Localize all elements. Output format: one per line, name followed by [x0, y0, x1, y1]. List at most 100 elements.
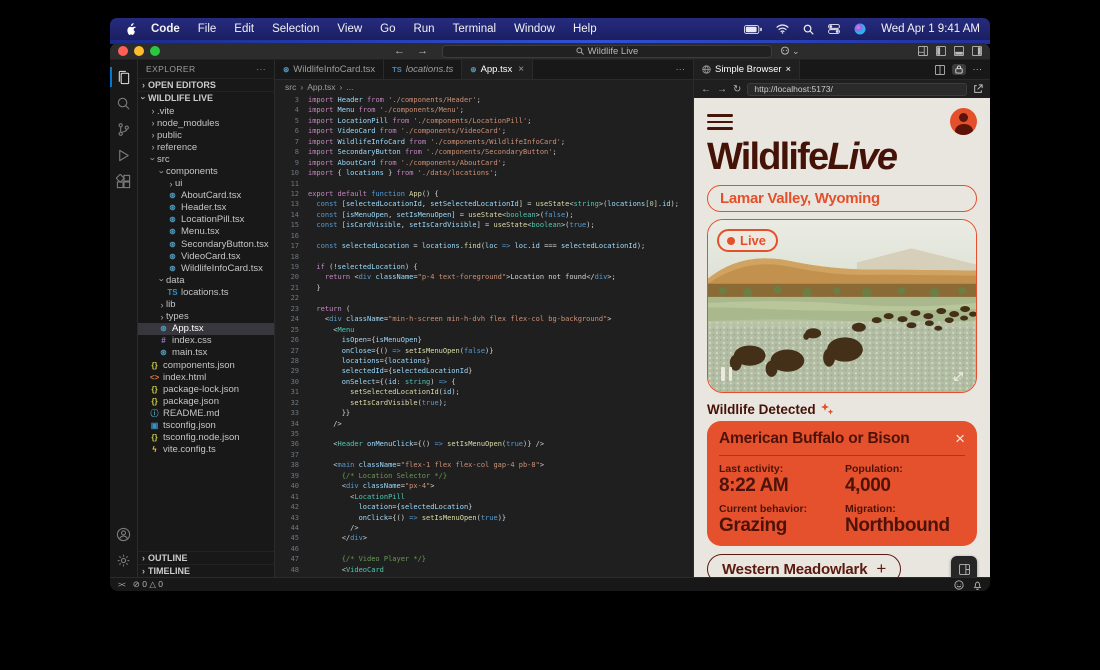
code-line[interactable]: 42 location={selectedLocation}: [275, 502, 693, 512]
tree-item-index-css[interactable]: #index.css: [138, 335, 274, 347]
toggle-secondary-sidebar-icon[interactable]: [972, 46, 982, 56]
code-line[interactable]: 7import WildlifeInfoCard from './compone…: [275, 137, 693, 147]
tree-item-types[interactable]: ›types: [138, 311, 274, 323]
remote-indicator-icon[interactable]: ><: [118, 580, 125, 589]
editor-tab-app-tsx[interactable]: ⊛App.tsx×: [462, 60, 533, 79]
spotlight-search-icon[interactable]: [803, 24, 814, 35]
code-line[interactable]: 25 <Menu: [275, 325, 693, 335]
menu-item-edit[interactable]: Edit: [225, 23, 263, 35]
wifi-icon[interactable]: [776, 24, 789, 34]
breadcrumb-item[interactable]: src: [285, 82, 296, 92]
tree-item-videocard-tsx[interactable]: ⊛VideoCard.tsx: [138, 250, 274, 262]
code-line[interactable]: 48 <VideoCard: [275, 565, 693, 575]
code-line[interactable]: 12export default function App() {: [275, 189, 693, 199]
code-line[interactable]: 38 <main className="flex-1 flex flex-col…: [275, 460, 693, 470]
outline-section[interactable]: › OUTLINE: [138, 551, 274, 564]
apple-icon[interactable]: [120, 23, 142, 36]
browser-more-actions-icon[interactable]: ···: [973, 64, 983, 75]
tree-item-package-lock-json[interactable]: {}package-lock.json: [138, 383, 274, 395]
code-editor[interactable]: 3import Header from './components/Header…: [275, 93, 693, 577]
toggle-panel-icon[interactable]: [954, 46, 964, 56]
code-line[interactable]: 22: [275, 293, 693, 303]
breadcrumb-item[interactable]: App.tsx: [307, 82, 335, 92]
editor-overlay-button[interactable]: [951, 556, 977, 577]
history-back-icon[interactable]: ←: [394, 45, 405, 57]
code-line[interactable]: 44 />: [275, 523, 693, 533]
code-line[interactable]: 47 {/* Video Player */}: [275, 554, 693, 564]
tree-item-reference[interactable]: ›reference: [138, 141, 274, 153]
code-line[interactable]: 10import { locations } from './data/loca…: [275, 168, 693, 178]
tree-item-src[interactable]: ›src: [138, 153, 274, 165]
code-line[interactable]: 4import Menu from './components/Menu';: [275, 105, 693, 115]
siri-icon[interactable]: [854, 23, 866, 35]
code-line[interactable]: 14 const [isMenuOpen, setIsMenuOpen] = u…: [275, 210, 693, 220]
tree-item-lib[interactable]: ›lib: [138, 299, 274, 311]
menu-item-code[interactable]: Code: [142, 23, 189, 35]
history-forward-icon[interactable]: →: [417, 45, 428, 57]
browser-reload-icon[interactable]: ↻: [733, 84, 741, 95]
tree-item--vite[interactable]: ›.vite: [138, 105, 274, 117]
editor-more-actions-icon[interactable]: ···: [668, 60, 694, 79]
control-center-icon[interactable]: [828, 24, 840, 34]
menu-item-view[interactable]: View: [328, 23, 371, 35]
avatar[interactable]: [950, 108, 977, 135]
breadcrumb[interactable]: src›App.tsx›...: [275, 80, 693, 93]
code-line[interactable]: 13 const [selectedLocationId, setSelecte…: [275, 199, 693, 209]
run-debug-activity-icon[interactable]: [110, 142, 138, 168]
settings-gear-icon[interactable]: [110, 547, 138, 573]
menu-item-selection[interactable]: Selection: [263, 23, 328, 35]
tree-item-wildlifeinfocard-tsx[interactable]: ⊛WildlifeInfoCard.tsx: [138, 262, 274, 274]
code-line[interactable]: 41 <LocationPill: [275, 492, 693, 502]
minimize-window-button[interactable]: [134, 46, 144, 56]
code-line[interactable]: 39 {/* Location Selector */}: [275, 471, 693, 481]
code-line[interactable]: 6import VideoCard from './components/Vid…: [275, 126, 693, 136]
menu-item-help[interactable]: Help: [564, 23, 606, 35]
code-line[interactable]: 8import SecondaryButton from './componen…: [275, 147, 693, 157]
feedback-icon[interactable]: [954, 580, 964, 590]
problems-indicator[interactable]: ⊘ 0 △ 0: [133, 579, 163, 590]
account-icon[interactable]: [110, 521, 138, 547]
editor-tab-locations-ts[interactable]: TSlocations.ts: [384, 60, 462, 79]
code-line[interactable]: 28 locations={locations}: [275, 356, 693, 366]
code-line[interactable]: 45 </div>: [275, 533, 693, 543]
tree-item-index-html[interactable]: <>index.html: [138, 371, 274, 383]
code-line[interactable]: 26 isOpen={isMenuOpen}: [275, 335, 693, 345]
browser-forward-icon[interactable]: →: [717, 84, 727, 95]
code-line[interactable]: 19 if (!selectedLocation) {: [275, 262, 693, 272]
tree-item-locations-ts[interactable]: TSlocations.ts: [138, 286, 274, 298]
fullscreen-expand-icon[interactable]: [952, 370, 965, 383]
tree-item-tsconfig-node-json[interactable]: {}tsconfig.node.json: [138, 432, 274, 444]
timeline-section[interactable]: › TIMELINE: [138, 564, 274, 577]
live-video-card[interactable]: Live: [707, 219, 977, 393]
location-pill-button[interactable]: Lamar Valley, Wyoming: [707, 185, 977, 212]
code-line[interactable]: 34 />: [275, 419, 693, 429]
code-line[interactable]: 21 }: [275, 283, 693, 293]
menu-item-terminal[interactable]: Terminal: [444, 23, 505, 35]
code-line[interactable]: 5import LocationPill from './components/…: [275, 116, 693, 126]
code-line[interactable]: 40 <div className="px-4">: [275, 481, 693, 491]
next-species-button[interactable]: Western Meadowlark +: [707, 554, 901, 577]
code-line[interactable]: 36 <Header onMenuClick={() => setIsMenuO…: [275, 439, 693, 449]
battery-icon[interactable]: [744, 25, 762, 34]
code-line[interactable]: 43 onClick={() => setIsMenuOpen(true)}: [275, 513, 693, 523]
open-editors-section[interactable]: › OPEN EDITORS: [138, 78, 274, 91]
zoom-window-button[interactable]: [150, 46, 160, 56]
search-activity-icon[interactable]: [110, 90, 138, 116]
browser-back-icon[interactable]: ←: [701, 84, 711, 95]
tree-item-readme-md[interactable]: ⓘREADME.md: [138, 407, 274, 419]
extensions-activity-icon[interactable]: [110, 168, 138, 194]
code-line[interactable]: 33 }}: [275, 408, 693, 418]
source-control-activity-icon[interactable]: [110, 116, 138, 142]
tree-item-package-json[interactable]: {}package.json: [138, 395, 274, 407]
split-editor-icon[interactable]: [935, 65, 945, 75]
copilot-icon[interactable]: ⌄: [780, 46, 800, 57]
explorer-more-actions-icon[interactable]: ···: [256, 64, 266, 74]
pause-button[interactable]: [721, 367, 732, 381]
code-line[interactable]: 35: [275, 429, 693, 439]
code-line[interactable]: 23 return (: [275, 304, 693, 314]
code-line[interactable]: 37: [275, 450, 693, 460]
toggle-primary-sidebar-icon[interactable]: [936, 46, 946, 56]
code-line[interactable]: 31 setSelectedLocationId(id);: [275, 387, 693, 397]
code-line[interactable]: 24 <div className="min-h-screen min-h-dv…: [275, 314, 693, 324]
tree-item-secondarybutton-tsx[interactable]: ⊛SecondaryButton.tsx: [138, 238, 274, 250]
